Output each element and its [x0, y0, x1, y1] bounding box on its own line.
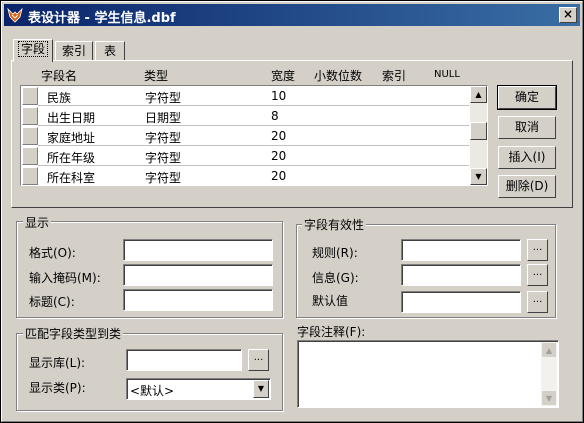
col-header-null: NULL	[434, 69, 460, 80]
default-value-input[interactable]	[401, 291, 521, 313]
scroll-thumb[interactable]	[470, 122, 487, 140]
scroll-down-arrow-icon[interactable]: ▼	[470, 168, 487, 185]
comment-vertical-scrollbar[interactable]: ▲ ▼	[541, 342, 557, 406]
tab-fields[interactable]: 字段	[13, 39, 53, 62]
chevron-down-icon[interactable]: ▼	[253, 380, 269, 398]
display-class-select[interactable]: <默认> ▼	[126, 378, 271, 400]
row-selector[interactable]	[22, 107, 38, 125]
field-name-cell[interactable]: 所在年级	[47, 149, 95, 166]
col-header-decimals: 小数位数	[314, 69, 363, 83]
field-width-cell[interactable]: 20	[271, 149, 286, 163]
field-validation-group-title: 字段有效性	[302, 216, 367, 233]
cancel-button[interactable]: 取消	[498, 116, 556, 139]
input-mask-label: 输入掩码(M):	[29, 271, 101, 285]
grid-vertical-scrollbar[interactable]: ▲ ▼	[470, 86, 487, 185]
field-type-cell[interactable]: 字符型	[145, 89, 181, 106]
display-library-label: 显示库(L):	[29, 356, 86, 370]
field-type-cell[interactable]: 字符型	[145, 129, 181, 146]
display-group-title: 显示	[23, 214, 52, 231]
display-class-label: 显示类(P):	[29, 381, 86, 395]
col-header-index: 索引	[382, 69, 407, 83]
col-header-type: 类型	[144, 69, 169, 83]
col-header-width: 宽度	[271, 69, 296, 83]
row-selector[interactable]	[22, 147, 38, 165]
row-selector[interactable]	[22, 127, 38, 145]
field-name-cell[interactable]: 民族	[47, 89, 71, 106]
col-header-name: 字段名	[41, 69, 78, 83]
format-label: 格式(O):	[29, 246, 76, 260]
field-type-cell[interactable]: 字符型	[145, 169, 181, 186]
delete-button[interactable]: 删除(D)	[498, 175, 556, 198]
field-comment-textarea[interactable]: ▲ ▼	[297, 340, 559, 408]
field-type-cell[interactable]: 字符型	[145, 149, 181, 166]
scroll-up-arrow-icon[interactable]: ▲	[470, 86, 487, 103]
table-row[interactable]: 民族 字符型 10	[21, 86, 487, 106]
table-designer-window: 表设计器 - 学生信息.dbf × 字段 索引 表 字段名 类型 宽度 小数位数…	[0, 0, 584, 423]
title-bar[interactable]: 表设计器 - 学生信息.dbf ×	[4, 4, 580, 26]
row-selector[interactable]	[22, 167, 38, 185]
rule-builder-button[interactable]: ...	[527, 239, 548, 261]
tab-fields-label: 字段	[17, 41, 48, 57]
foxpro-fox-icon	[7, 7, 23, 23]
field-name-cell[interactable]: 出生日期	[47, 109, 95, 126]
fields-grid: 民族 字符型 10 出生日期 日期型 8 家庭地址 字符型 20 所在年级 字符…	[20, 85, 488, 186]
scroll-down-arrow-icon[interactable]: ▼	[541, 390, 557, 406]
display-library-input[interactable]	[126, 349, 242, 371]
display-class-value: <默认>	[130, 384, 175, 398]
field-width-cell[interactable]: 10	[271, 89, 286, 103]
scroll-up-arrow-icon[interactable]: ▲	[541, 342, 557, 358]
caption-input[interactable]	[123, 289, 273, 311]
table-row[interactable]: 所在年级 字符型 20	[21, 146, 487, 166]
tab-indexes[interactable]: 索引	[55, 41, 93, 61]
default-value-label: 默认值	[312, 294, 349, 308]
message-builder-button[interactable]: ...	[527, 264, 548, 286]
default-value-builder-button[interactable]: ...	[527, 291, 548, 313]
ok-button[interactable]: 确定	[497, 85, 557, 110]
field-name-cell[interactable]: 所在科室	[47, 169, 95, 186]
table-row[interactable]: 家庭地址 字符型 20	[21, 126, 487, 146]
window-title: 表设计器 - 学生信息.dbf	[28, 11, 176, 26]
message-input[interactable]	[401, 264, 521, 286]
field-comment-label: 字段注释(F):	[297, 325, 366, 339]
caption-label: 标题(C):	[29, 295, 75, 309]
class-mapping-group-title: 匹配字段类型到类	[23, 325, 124, 342]
field-name-cell[interactable]: 家庭地址	[47, 129, 95, 146]
message-label: 信息(G):	[312, 271, 359, 285]
table-row[interactable]: 所在科室 字符型 20	[21, 166, 487, 186]
rule-label: 规则(R):	[312, 246, 358, 260]
input-mask-input[interactable]	[123, 264, 273, 286]
display-library-browse-button[interactable]: ...	[248, 349, 269, 371]
close-button[interactable]: ×	[559, 7, 577, 23]
row-selector[interactable]	[22, 87, 38, 105]
field-width-cell[interactable]: 20	[271, 169, 286, 183]
table-row[interactable]: 出生日期 日期型 8	[21, 106, 487, 126]
field-type-cell[interactable]: 日期型	[145, 109, 181, 126]
field-width-cell[interactable]: 8	[271, 109, 279, 123]
insert-button[interactable]: 插入(I)	[498, 146, 556, 169]
field-width-cell[interactable]: 20	[271, 129, 286, 143]
rule-input[interactable]	[401, 239, 521, 261]
format-input[interactable]	[123, 239, 273, 261]
tab-table[interactable]: 表	[95, 41, 125, 61]
